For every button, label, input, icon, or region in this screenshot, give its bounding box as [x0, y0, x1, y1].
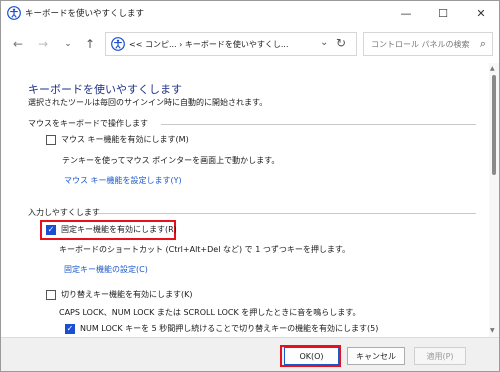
section-divider [97, 213, 476, 214]
minimize-button[interactable]: — [388, 1, 424, 25]
togglekeys-label[interactable]: 切り替えキー機能を有効にします(K) [61, 289, 193, 300]
search-input[interactable]: コントロール パネルの検索 ⌕ [363, 32, 493, 56]
back-arrow-icon: ← [12, 37, 24, 51]
forward-button[interactable]: → [34, 35, 52, 53]
page-subtitle: 選択されたツールは毎回のサインイン時に自動的に開始されます。 [28, 98, 268, 107]
mousekeys-settings-link[interactable]: マウス キー機能を設定します(Y) [64, 175, 182, 186]
forward-arrow-icon: → [37, 37, 49, 51]
scroll-up-icon[interactable]: ▲ [490, 65, 495, 72]
stickykeys-checkbox[interactable]: ✓ [46, 224, 56, 235]
maximize-button[interactable]: ☐ [425, 1, 461, 25]
mousekeys-checkbox-row[interactable]: マウス キー機能を有効にします(M) [46, 134, 189, 145]
togglekeys-checkbox-row[interactable]: 切り替えキー機能を有効にします(K) [46, 289, 193, 300]
content-area: キーボードを使いやすくします 選択されたツールは毎回のサインイン時に自動的に開始… [1, 63, 489, 337]
mousekeys-checkbox[interactable] [46, 134, 56, 145]
checkmark-icon: ✓ [47, 224, 55, 234]
ease-of-access-icon [111, 37, 125, 51]
address-dropdown-icon[interactable]: ⌄ [320, 37, 328, 48]
numlock-checkbox-row[interactable]: ✓ NUM LOCK キーを 5 秒間押し続けることで切り替えキーの機能を有効に… [65, 323, 378, 334]
numlock-label[interactable]: NUM LOCK キーを 5 秒間押し続けることで切り替えキーの機能を有効にしま… [80, 323, 378, 334]
stickykeys-settings-link[interactable]: 固定キー機能の設定(C) [64, 264, 148, 275]
dialog-footer: OK(O) キャンセル 適用(P) [1, 337, 499, 371]
mousekeys-description: テンキーを使ってマウス ポインターを画面上で動かします。 [62, 156, 280, 165]
mousekeys-label[interactable]: マウス キー機能を有効にします(M) [61, 134, 189, 145]
page-title: キーボードを使いやすくします [28, 83, 182, 96]
minimize-icon: — [400, 6, 412, 20]
ok-button[interactable]: OK(O) [284, 347, 339, 365]
title-bar: キーボードを使いやすくします — ☐ ✕ [1, 1, 499, 25]
search-icon: ⌕ [479, 37, 486, 50]
chevron-down-icon: ⌄ [64, 39, 72, 49]
window-title: キーボードを使いやすくします [25, 9, 145, 19]
dialog-window: キーボードを使いやすくします — ☐ ✕ ← → ⌄ ↑ << コンピ... ›… [0, 0, 500, 372]
ease-of-access-icon [7, 6, 21, 20]
breadcrumb[interactable]: << コンピ... › キーボードを使いやすくし... [129, 39, 289, 50]
stickykeys-label[interactable]: 固定キー機能を有効にします(R) [61, 224, 177, 235]
up-button[interactable]: ↑ [81, 35, 99, 53]
stickykeys-checkbox-row[interactable]: ✓ 固定キー機能を有効にします(R) [46, 224, 177, 235]
cancel-button[interactable]: キャンセル [347, 347, 405, 365]
recent-locations-button[interactable]: ⌄ [59, 35, 77, 53]
navigation-bar: ← → ⌄ ↑ << コンピ... › キーボードを使いやすくし... ⌄ ↻ … [1, 27, 499, 61]
togglekeys-checkbox[interactable] [46, 289, 56, 300]
close-button[interactable]: ✕ [463, 1, 499, 25]
numlock-checkbox[interactable]: ✓ [65, 323, 75, 334]
apply-button[interactable]: 適用(P) [414, 347, 466, 365]
scrollbar-thumb[interactable] [492, 75, 496, 175]
back-button[interactable]: ← [9, 35, 27, 53]
checkmark-icon: ✓ [66, 323, 74, 333]
vertical-scrollbar[interactable]: ▲ ▼ [489, 63, 499, 337]
refresh-icon[interactable]: ↻ [336, 36, 346, 50]
up-arrow-icon: ↑ [84, 37, 96, 51]
section-header-input: 入力しやすくします [28, 208, 100, 217]
address-bar[interactable]: << コンピ... › キーボードを使いやすくし... ⌄ ↻ [105, 32, 357, 56]
scroll-down-icon[interactable]: ▼ [490, 327, 495, 334]
maximize-icon: ☐ [438, 6, 448, 20]
search-placeholder: コントロール パネルの検索 [371, 40, 470, 49]
section-divider [161, 124, 476, 125]
togglekeys-description: CAPS LOCK、NUM LOCK または SCROLL LOCK を押したと… [59, 308, 361, 317]
stickykeys-description: キーボードのショートカット (Ctrl+Alt+Del など) で 1 つずつキ… [59, 245, 351, 254]
close-icon: ✕ [476, 6, 486, 20]
section-header-mouse: マウスをキーボードで操作します [28, 119, 148, 128]
